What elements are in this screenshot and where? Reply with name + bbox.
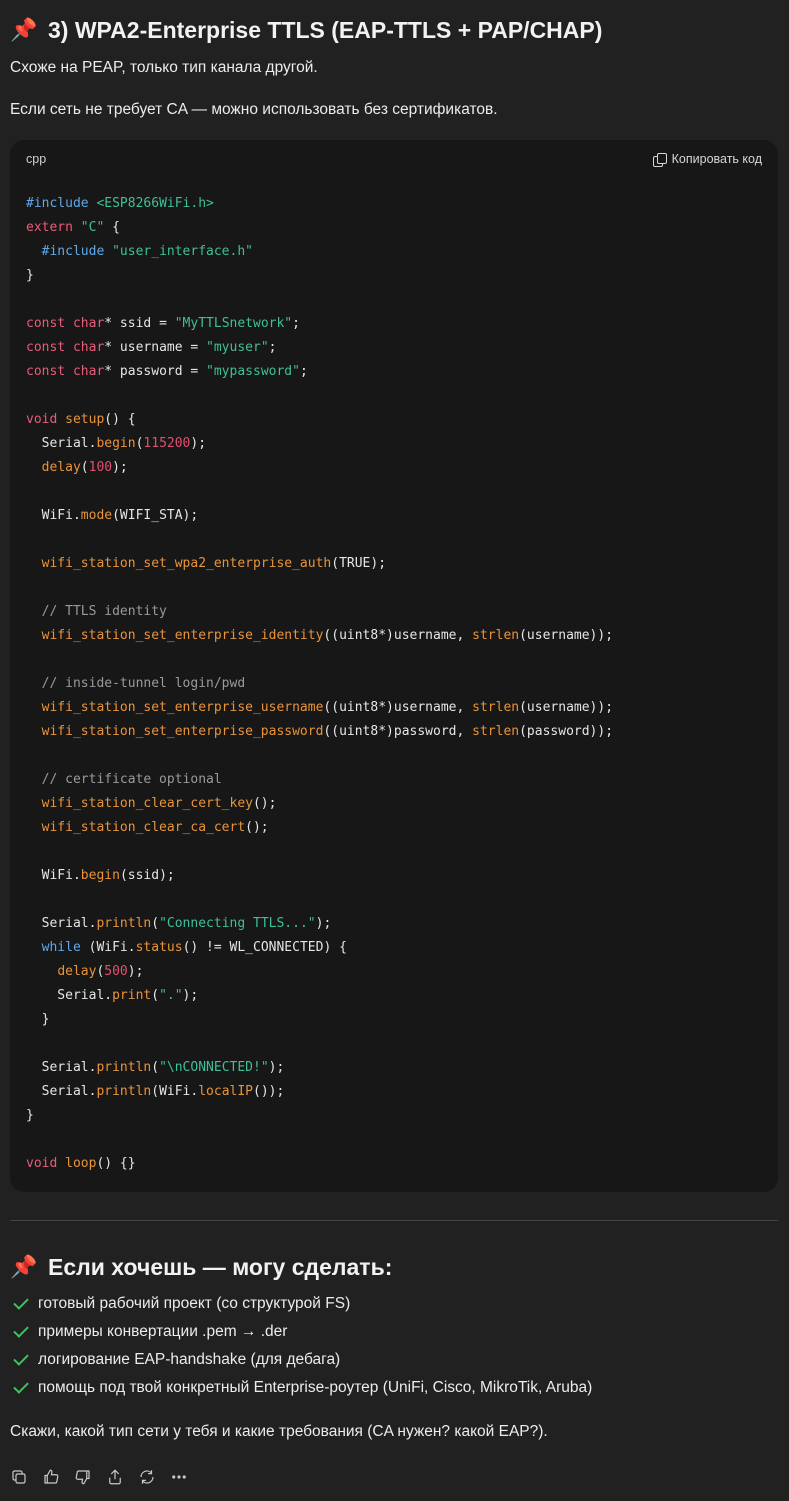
pushpin-icon: 📌 xyxy=(10,1254,38,1279)
code-line: while (WiFi.status() != WL_CONNECTED) { xyxy=(41,940,347,955)
divider xyxy=(10,1220,778,1221)
share-icon xyxy=(109,1469,121,1485)
copy-message-button[interactable] xyxy=(10,1468,28,1486)
copy-icon xyxy=(652,152,667,167)
check-icon xyxy=(13,1350,29,1366)
pushpin-icon: 📌 xyxy=(10,17,38,42)
thumbs-down-icon xyxy=(75,1470,90,1485)
section-heading: 📌 3) WPA2-Enterprise TTLS (EAP-TTLS + PA… xyxy=(10,12,602,48)
offer-list: готовый рабочий проект (со структурой FS… xyxy=(10,1290,592,1402)
code-line: const char* ssid = "MyTTLSnetwork"; xyxy=(26,316,300,331)
thumbs-down-button[interactable] xyxy=(74,1468,92,1486)
copy-code-label: Копировать код xyxy=(671,152,762,166)
closing-question: Скажи, какой тип сети у тебя и какие тре… xyxy=(10,1423,548,1440)
code-line: } xyxy=(26,1108,34,1123)
copy-code-button[interactable]: Копировать код xyxy=(652,152,762,167)
code-line: void setup() { xyxy=(26,412,136,427)
share-button[interactable] xyxy=(106,1468,124,1486)
code-line: Serial.begin(115200); xyxy=(26,436,207,451)
code-line: delay(500); xyxy=(57,964,144,979)
list-item-text: помощь под твой конкретный Enterprise-ро… xyxy=(38,1379,593,1396)
code-line: WiFi.begin(ssid); xyxy=(26,868,175,883)
code-language-label: cpp xyxy=(26,152,47,166)
list-item: примеры конвертации .pem → .der xyxy=(10,1318,592,1346)
code-line: Serial.print("."); xyxy=(26,988,199,1003)
list-item-text: логирование EAP-handshake (для дебага) xyxy=(38,1351,341,1368)
list-item-text: готовый рабочий проект (со структурой FS… xyxy=(38,1295,351,1312)
code-line: // TTLS identity xyxy=(41,604,167,619)
code-line: // inside-tunnel login/pwd xyxy=(41,676,246,691)
list-item: помощь под твой конкретный Enterprise-ро… xyxy=(10,1374,592,1402)
intro-line-1: Схоже на PEAP, только тип канала другой. xyxy=(10,59,318,76)
code-line: extern "C" { xyxy=(26,220,120,235)
code-line: Serial.println(WiFi.localIP()); xyxy=(26,1084,285,1099)
code-line: wifi_station_set_enterprise_password((ui… xyxy=(41,724,614,739)
check-icon xyxy=(13,1378,29,1394)
message-actions xyxy=(10,1468,188,1486)
list-item: готовый рабочий проект (со структурой FS… xyxy=(10,1290,592,1318)
code-line: const char* password = "mypassword"; xyxy=(26,364,308,379)
code-line: wifi_station_clear_ca_cert(); xyxy=(41,820,269,835)
code-line: // certificate optional xyxy=(41,772,222,787)
code-line: wifi_station_set_enterprise_identity((ui… xyxy=(41,628,614,643)
intro-line-2: Если сеть не требует CA — можно использо… xyxy=(10,101,498,118)
code-line: } xyxy=(26,1012,50,1027)
code-line: delay(100); xyxy=(41,460,128,475)
code-line: } xyxy=(26,268,34,283)
list-item-text: примеры конвертации .pem → .der xyxy=(38,1323,288,1340)
code-line: Serial.println("\nCONNECTED!"); xyxy=(26,1060,285,1075)
code-line: const char* username = "myuser"; xyxy=(26,340,277,355)
code-line: Serial.println("Connecting TTLS..."); xyxy=(26,916,332,931)
more-icon xyxy=(172,1475,186,1479)
check-icon xyxy=(13,1294,29,1310)
code-block: cpp Копировать код #include <ESP8266WiFi… xyxy=(10,140,778,1192)
copy-icon xyxy=(12,1470,26,1484)
offer-heading-text: Если хочешь — могу сделать: xyxy=(48,1254,393,1280)
code-header: cpp Копировать код xyxy=(10,140,778,178)
code-line: wifi_station_set_wpa2_enterprise_auth(TR… xyxy=(41,556,387,571)
code-body[interactable]: #include <ESP8266WiFi.h> extern "C" { #in… xyxy=(10,178,778,1176)
section-heading-text: 3) WPA2-Enterprise TTLS (EAP-TTLS + PAP/… xyxy=(48,17,603,43)
more-button[interactable] xyxy=(170,1468,188,1486)
thumbs-up-button[interactable] xyxy=(42,1468,60,1486)
code-line: #include "user_interface.h" xyxy=(41,244,253,259)
code-line: #include <ESP8266WiFi.h> xyxy=(26,196,214,211)
list-item: логирование EAP-handshake (для дебага) xyxy=(10,1346,592,1374)
regenerate-icon xyxy=(140,1470,154,1484)
code-line: wifi_station_set_enterprise_username((ui… xyxy=(41,700,614,715)
chat-message: 📌 3) WPA2-Enterprise TTLS (EAP-TTLS + PA… xyxy=(0,0,789,1501)
code-line: wifi_station_clear_cert_key(); xyxy=(41,796,277,811)
regenerate-button[interactable] xyxy=(138,1468,156,1486)
check-icon xyxy=(13,1322,29,1338)
code-line: WiFi.mode(WIFI_STA); xyxy=(26,508,199,523)
thumbs-up-icon xyxy=(44,1469,59,1484)
code-line: void loop() {} xyxy=(26,1156,136,1171)
offer-heading: 📌 Если хочешь — могу сделать: xyxy=(10,1250,392,1284)
